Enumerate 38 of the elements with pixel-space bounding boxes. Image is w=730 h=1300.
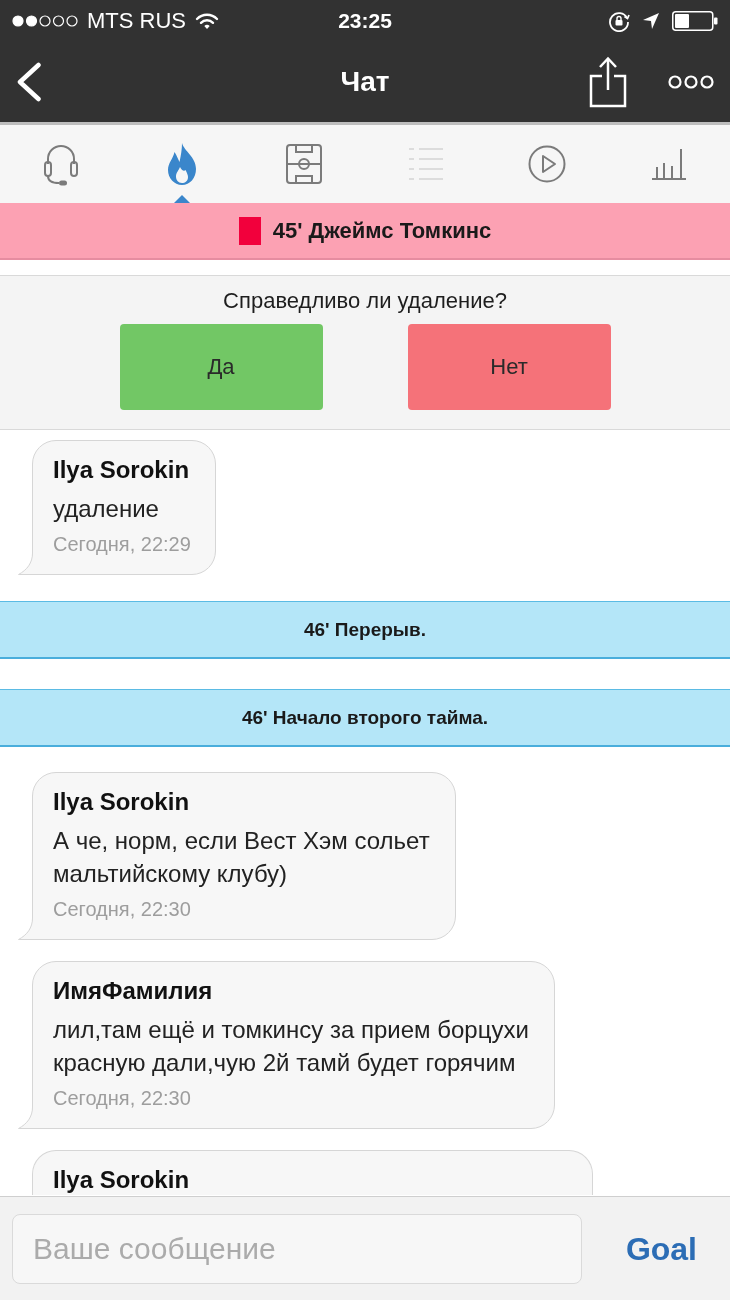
location-arrow-icon [642, 12, 660, 30]
message-text: лил,там ещё и томкинсу за прием борцухи красную дали,чую 2й тамй будет горячим [53, 1015, 530, 1078]
poll-option-button[interactable]: Да [119, 324, 323, 410]
author-name: Ilya Sorokin [53, 1165, 191, 1195]
author-name: Ilya Sorokin [53, 787, 191, 817]
share-icon [588, 56, 628, 108]
screen-title: Чат [340, 65, 390, 99]
penalty-card-icon [238, 216, 261, 245]
event-text: 46' Перерыв. [303, 617, 427, 642]
author-name: Ilya Sorokin [53, 455, 191, 485]
football-pitch-icon [286, 144, 323, 184]
bar-chart-icon [652, 148, 687, 180]
author-name: ИмяФамилия [53, 976, 214, 1006]
message-time: Сегодня, 22:29 [53, 532, 191, 557]
more-dots-icon [668, 75, 714, 89]
message-text: удаление [53, 494, 160, 524]
message-time: Сегодня, 22:30 [53, 897, 192, 922]
message-text: А че, норм, если Вест Хэм сольет мальтийскому клубу) [53, 826, 431, 889]
event-text: 45' Джеймс Томкинс [272, 217, 492, 244]
status-time: 23:25 [338, 9, 392, 33]
play-circle-icon [528, 145, 567, 183]
carrier-name: MTS RUS [87, 9, 186, 33]
chevron-left-icon [16, 62, 42, 102]
more-button[interactable] [668, 75, 714, 89]
message-time: Сегодня, 22:30 [53, 1086, 192, 1111]
back-button[interactable] [16, 62, 42, 102]
signal-strength-icon [12, 15, 78, 27]
message-input[interactable]: Ваше сообщение [12, 1213, 582, 1284]
poll-option-button[interactable]: Нет [407, 324, 611, 410]
battery-icon [672, 11, 718, 31]
headset-icon [42, 142, 79, 186]
wifi-icon [195, 12, 219, 30]
goal-button[interactable]: Goal [625, 1229, 697, 1268]
list-icon [407, 146, 444, 182]
event-text: 46' Начало второго тайма. [241, 705, 489, 730]
rotation-lock-icon [608, 10, 630, 32]
share-button[interactable] [588, 56, 628, 108]
poll-question: Справедливо ли удаление? [223, 289, 507, 313]
